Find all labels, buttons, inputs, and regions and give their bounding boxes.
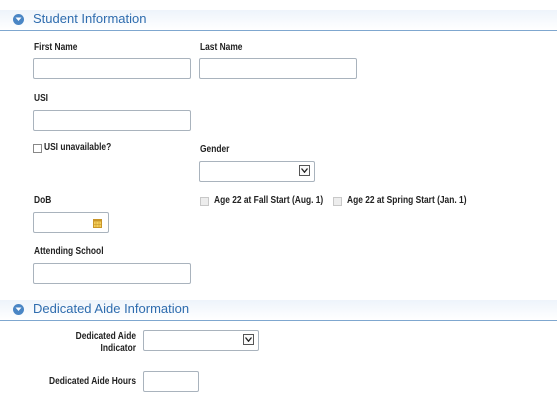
age-fall-checkbox[interactable] (200, 197, 209, 206)
aide-indicator-label-line2: Indicator (100, 343, 136, 354)
aide-hours-label: Dedicated Aide Hours (20, 376, 136, 388)
student-info-section-header[interactable]: Student Information (0, 10, 557, 31)
dropdown-arrow-icon[interactable] (243, 334, 254, 345)
usi-unavailable-checkbox[interactable] (33, 144, 42, 153)
usi-input[interactable] (33, 110, 191, 131)
gender-label: Gender (200, 144, 230, 155)
aide-indicator-select[interactable] (143, 330, 259, 351)
attending-school-input[interactable] (33, 263, 191, 284)
age-spring-label: Age 22 at Spring Start (Jan. 1) (347, 195, 467, 206)
aide-indicator-label-line1: Dedicated Aide (75, 331, 136, 342)
first-name-label: First Name (34, 42, 78, 53)
aide-indicator-label: Dedicated Aide Indicator (40, 331, 136, 355)
attending-school-label: Attending School (34, 246, 104, 257)
aide-hours-label-text: Dedicated Aide Hours (49, 376, 136, 387)
collapse-chevron-icon[interactable] (13, 304, 24, 315)
section-title: Dedicated Aide Information (33, 301, 190, 316)
gender-select[interactable] (199, 161, 315, 182)
age-spring-checkbox[interactable] (333, 197, 342, 206)
usi-label: USI (34, 93, 49, 104)
dob-input[interactable] (33, 212, 109, 233)
last-name-label: Last Name (200, 42, 243, 53)
last-name-input[interactable] (199, 58, 357, 79)
usi-unavailable-label: USI unavailable? (44, 142, 112, 153)
first-name-input[interactable] (33, 58, 191, 79)
age-fall-label: Age 22 at Fall Start (Aug. 1) (214, 195, 324, 206)
dropdown-arrow-icon[interactable] (299, 165, 310, 176)
collapse-chevron-icon[interactable] (13, 14, 24, 25)
section-title: Student Information (33, 11, 147, 26)
aide-info-section-header[interactable]: Dedicated Aide Information (0, 300, 557, 321)
aide-hours-input[interactable] (143, 371, 199, 392)
calendar-icon[interactable] (93, 218, 102, 228)
dob-label: DoB (34, 195, 52, 206)
